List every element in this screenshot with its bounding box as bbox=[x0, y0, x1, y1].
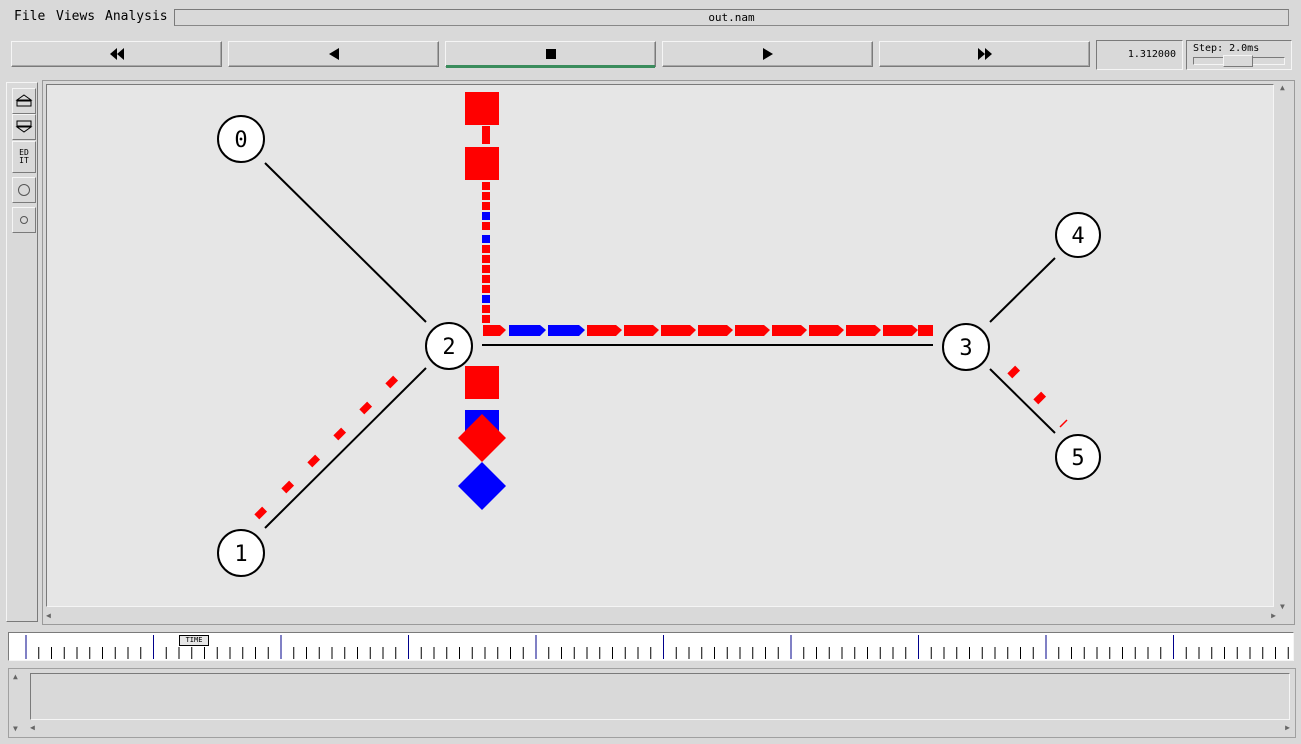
annotation-scroll-right-icon[interactable]: ▶ bbox=[1285, 724, 1290, 732]
scroll-up-icon[interactable]: ▲ bbox=[1280, 84, 1285, 92]
packets-link-1-2 bbox=[254, 375, 399, 520]
packets-link-3-5 bbox=[1007, 365, 1068, 428]
node-0-label: 0 bbox=[234, 128, 247, 153]
annotation-hscroll[interactable]: ◀ ▶ bbox=[30, 722, 1290, 734]
link-0-2 bbox=[264, 162, 427, 323]
scroll-left-icon[interactable]: ◀ bbox=[46, 612, 51, 620]
queue-vertical bbox=[465, 92, 499, 323]
horizontal-scrollbar[interactable]: ◀ ▶ bbox=[46, 610, 1276, 622]
annotation-scroll-left-icon[interactable]: ◀ bbox=[30, 724, 35, 732]
node-5-label: 5 bbox=[1071, 446, 1084, 471]
scroll-down-icon[interactable]: ▼ bbox=[1280, 603, 1285, 611]
node-1-label: 1 bbox=[234, 542, 247, 567]
annotation-panel[interactable] bbox=[30, 673, 1290, 720]
link-3-5 bbox=[989, 368, 1056, 434]
annotation-vscroll[interactable]: ▲ ▼ bbox=[12, 673, 24, 733]
node-4-label: 4 bbox=[1071, 224, 1084, 249]
link-1-2 bbox=[264, 367, 427, 529]
link-3-4 bbox=[989, 257, 1056, 323]
scroll-right-icon[interactable]: ▶ bbox=[1271, 612, 1276, 620]
node-3-label: 3 bbox=[959, 336, 972, 361]
node-2-label: 2 bbox=[442, 335, 455, 360]
annotation-scroll-up-icon[interactable]: ▲ bbox=[13, 673, 18, 681]
annotation-scroll-down-icon[interactable]: ▼ bbox=[13, 725, 18, 733]
timeline-marker[interactable]: TIME bbox=[179, 635, 209, 646]
packets-link-2-3 bbox=[483, 325, 933, 336]
timeline-slider[interactable]: TIME bbox=[8, 632, 1294, 661]
vertical-scrollbar[interactable]: ▲ ▼ bbox=[1278, 84, 1291, 611]
timeline-marker-label: TIME bbox=[185, 636, 203, 644]
queue-below-node-2 bbox=[458, 366, 506, 510]
